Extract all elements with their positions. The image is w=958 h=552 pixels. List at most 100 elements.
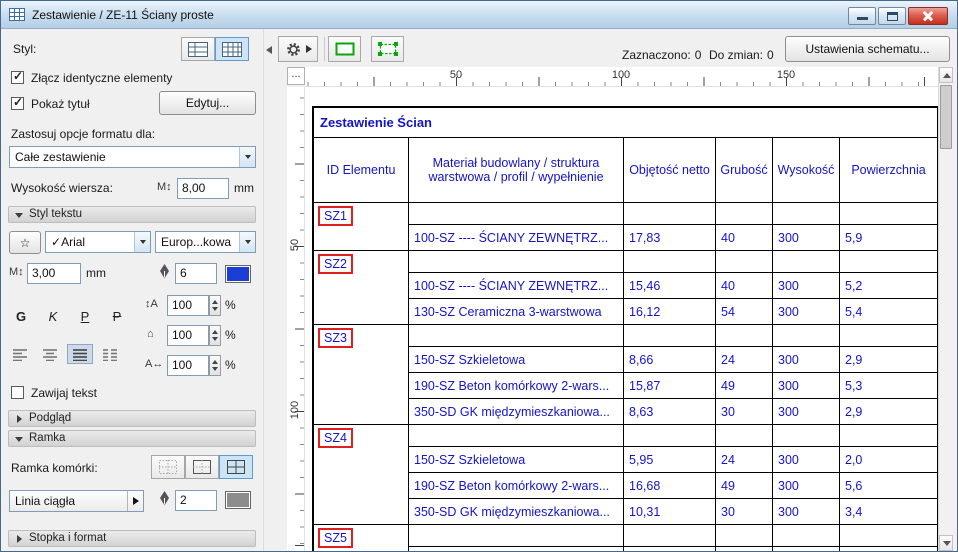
minimize-button[interactable] <box>848 7 876 25</box>
scroll-down-button[interactable] <box>939 535 953 551</box>
thickness-cell[interactable]: 30 <box>716 398 773 424</box>
frame-outer-button[interactable] <box>185 455 219 479</box>
favorites-button[interactable]: ☆ <box>9 231 41 254</box>
element-id-badge[interactable]: SZ2 <box>318 254 353 274</box>
height-cell[interactable]: 300 <box>773 272 840 298</box>
vertical-ruler[interactable]: 50 100 <box>287 87 305 551</box>
chevron-down-icon[interactable] <box>134 232 150 252</box>
area-cell[interactable]: 5,4 <box>840 298 937 324</box>
chevron-down-icon[interactable] <box>239 147 255 167</box>
select-zone-button[interactable] <box>328 36 361 62</box>
volume-cell[interactable]: 17,83 <box>624 224 716 250</box>
column-header[interactable]: Wysokość <box>773 138 840 202</box>
material-cell[interactable]: 100-SZ ---- ŚCIANY ZEWNĘTRZ... <box>409 224 624 250</box>
strikethrough-button[interactable]: P <box>103 307 131 327</box>
volume-cell[interactable]: 5,95 <box>624 446 716 472</box>
thickness-cell[interactable]: 49 <box>716 472 773 498</box>
element-id-badge[interactable]: SZ3 <box>318 328 353 348</box>
chevron-down-icon[interactable] <box>239 232 255 252</box>
row-height-input[interactable]: 8,00 <box>177 178 229 199</box>
volume-cell[interactable]: 16,68 <box>624 472 716 498</box>
vertical-scrollbar[interactable] <box>938 67 953 551</box>
column-header[interactable]: Grubość <box>716 138 773 202</box>
style-option-1-button[interactable] <box>181 37 215 61</box>
height-cell[interactable]: 300 <box>773 372 840 398</box>
area-cell[interactable]: 5,2 <box>840 272 937 298</box>
height-cell[interactable]: 300 <box>773 398 840 424</box>
edit-title-button[interactable]: Edytuj... <box>159 91 256 115</box>
encoding-select[interactable]: Europ...kowa <box>155 231 256 253</box>
frame-none-button[interactable] <box>151 455 185 479</box>
area-cell[interactable]: 2,9 <box>840 346 937 372</box>
element-id-badge[interactable]: SZ4 <box>318 428 353 448</box>
area-cell[interactable]: 5,9 <box>840 224 937 250</box>
material-cell[interactable]: 150-SZ Szkieletowa <box>409 346 624 372</box>
frame-all-button[interactable] <box>219 455 253 479</box>
area-cell[interactable]: 5,6 <box>840 472 937 498</box>
format-scope-select[interactable]: Całe zestawienie <box>9 146 256 168</box>
column-header[interactable]: Powierzchnia <box>840 138 937 202</box>
line-spacing-input[interactable]: 100 <box>167 295 209 316</box>
height-cell[interactable]: 300 <box>773 472 840 498</box>
height-cell[interactable]: 300 <box>773 346 840 372</box>
area-cell[interactable]: 5,3 <box>840 372 937 398</box>
height-cell[interactable]: 300 <box>773 224 840 250</box>
font-select[interactable]: ✓Arial <box>45 231 151 253</box>
element-id-badge[interactable]: SZ5 <box>318 528 353 548</box>
schedule-canvas[interactable]: Zestawienie Ścian ID Elementu Materiał b… <box>305 87 938 551</box>
section-preview[interactable]: Podgląd <box>8 410 256 427</box>
align-left-button[interactable] <box>7 344 33 364</box>
scrollbar-thumb[interactable] <box>940 85 952 149</box>
wrap-text-checkbox[interactable] <box>11 386 24 399</box>
volume-cell[interactable]: 8,63 <box>624 398 716 424</box>
ruler-options-button[interactable]: ... <box>287 67 305 85</box>
close-button[interactable] <box>908 7 948 25</box>
section-footer-format[interactable]: Stopka i format <box>8 530 256 547</box>
maximize-button[interactable] <box>878 7 906 25</box>
thickness-cell[interactable]: 30 <box>716 498 773 524</box>
horizontal-ruler[interactable]: 50 100 150 <box>305 67 938 87</box>
style-option-2-button[interactable] <box>215 37 249 61</box>
volume-cell[interactable]: 10,31 <box>624 498 716 524</box>
volume-cell[interactable]: 16,12 <box>624 298 716 324</box>
material-cell[interactable]: 130-SZ Ceramiczna 3-warstwowa <box>409 298 624 324</box>
material-cell[interactable]: 150-SZ Szkieletowa <box>409 546 624 551</box>
panel-collapse-arrow[interactable] <box>266 46 272 54</box>
area-cell[interactable]: 3,4 <box>840 498 937 524</box>
edit-zone-button[interactable] <box>371 36 404 62</box>
align-justify-button[interactable] <box>67 344 93 364</box>
material-cell[interactable]: 350-SD GK międzymieszkaniowa... <box>409 498 624 524</box>
align-distribute-button[interactable] <box>97 344 123 364</box>
frame-pen-input[interactable]: 2 <box>175 490 217 511</box>
section-frame[interactable]: Ramka <box>8 430 256 447</box>
width-factor-stepper[interactable] <box>209 325 221 346</box>
bold-button[interactable]: G <box>7 307 35 327</box>
volume-cell[interactable]: 15,46 <box>624 272 716 298</box>
height-cell[interactable]: 300 <box>773 446 840 472</box>
letter-spacing-input[interactable]: 100 <box>167 355 209 376</box>
line-type-select[interactable]: Linia ciągła <box>9 490 144 512</box>
scheme-settings-popup-button[interactable] <box>278 36 318 62</box>
table-title[interactable]: Zestawienie Ścian <box>314 108 937 138</box>
material-cell[interactable]: 100-SZ ---- ŚCIANY ZEWNĘTRZ... <box>409 272 624 298</box>
section-text-style[interactable]: Styl tekstu <box>8 206 256 223</box>
letter-spacing-stepper[interactable] <box>209 355 221 376</box>
material-cell[interactable]: 350-SD GK międzymieszkaniowa... <box>409 398 624 424</box>
width-factor-input[interactable]: 100 <box>167 325 209 346</box>
volume-cell[interactable]: 6,91 <box>624 546 716 551</box>
text-pen-input[interactable]: 6 <box>175 263 217 284</box>
thickness-cell[interactable]: 40 <box>716 272 773 298</box>
italic-button[interactable]: K <box>39 307 67 327</box>
scheme-settings-button[interactable]: Ustawienia schematu... <box>785 36 950 62</box>
font-size-input[interactable]: 3,00 <box>27 263 81 284</box>
column-header[interactable]: Materiał budowlany / struktura warstwowa… <box>409 138 624 202</box>
area-cell[interactable]: 2,3 <box>840 546 937 551</box>
show-title-checkbox[interactable]: ✓ <box>11 97 24 110</box>
height-cell[interactable]: 300 <box>773 498 840 524</box>
thickness-cell[interactable]: 24 <box>716 546 773 551</box>
thickness-cell[interactable]: 54 <box>716 298 773 324</box>
line-spacing-stepper[interactable] <box>209 295 221 316</box>
area-cell[interactable]: 2,9 <box>840 398 937 424</box>
align-center-button[interactable] <box>37 344 63 364</box>
volume-cell[interactable]: 8,66 <box>624 346 716 372</box>
